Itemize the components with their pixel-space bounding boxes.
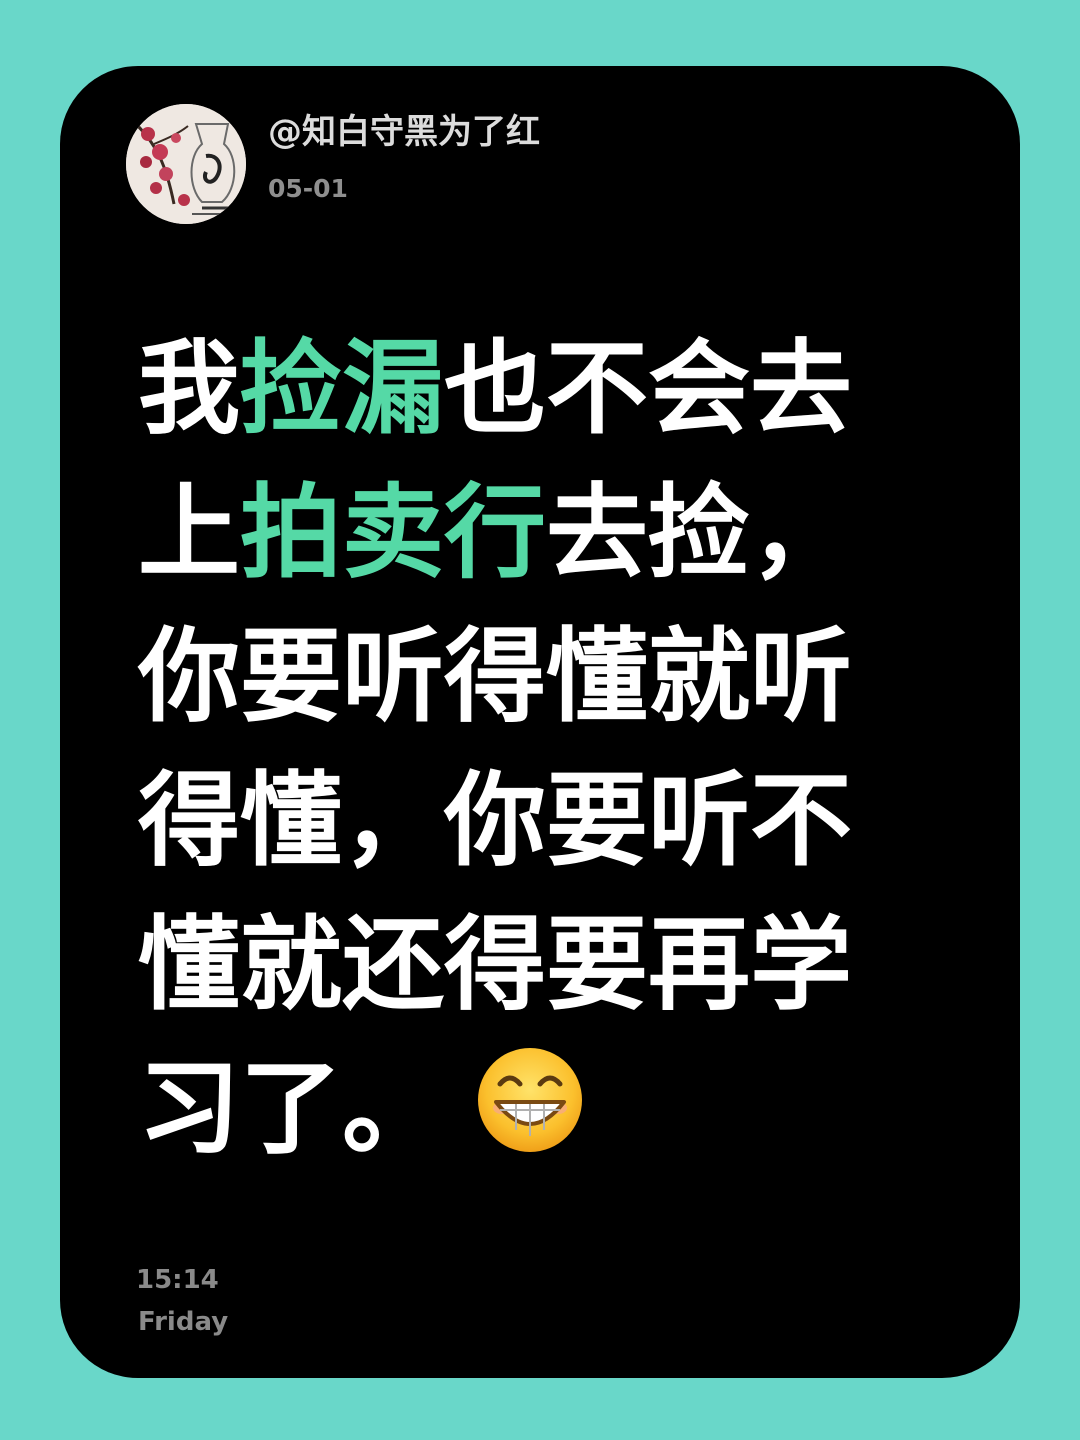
post-line: 懂就还得要再学 — [138, 906, 852, 1025]
post-line: 你要听得懂就听 — [138, 618, 852, 737]
post-time: 15:14 — [136, 1265, 219, 1295]
post-card: @知白守黑为了红 05-01 我捡漏也不会去 上拍卖行去捡， 你要听得懂就听 得… — [60, 66, 1020, 1378]
post-date: 05-01 — [268, 174, 348, 203]
highlight-text: 拍卖行 — [240, 474, 546, 593]
post-line: 习了。 — [138, 1038, 898, 1182]
username[interactable]: @知白守黑为了红 — [268, 110, 540, 154]
grinning-face-icon — [478, 1048, 582, 1152]
page: @知白守黑为了红 05-01 我捡漏也不会去 上拍卖行去捡， 你要听得懂就听 得… — [0, 0, 1080, 1440]
post-line: 上拍卖行去捡， — [138, 474, 852, 593]
plum-blossom-avatar-icon — [126, 104, 246, 224]
highlight-text: 捡漏 — [240, 330, 444, 449]
post-line: 我捡漏也不会去 — [138, 330, 852, 449]
avatar[interactable] — [126, 104, 246, 224]
post-weekday: Friday — [138, 1307, 229, 1337]
post-text: 我捡漏也不会去 上拍卖行去捡， 你要听得懂就听 得懂，你要听不 懂就还得要再学 … — [138, 318, 898, 1182]
post-line: 得懂，你要听不 — [138, 762, 852, 881]
